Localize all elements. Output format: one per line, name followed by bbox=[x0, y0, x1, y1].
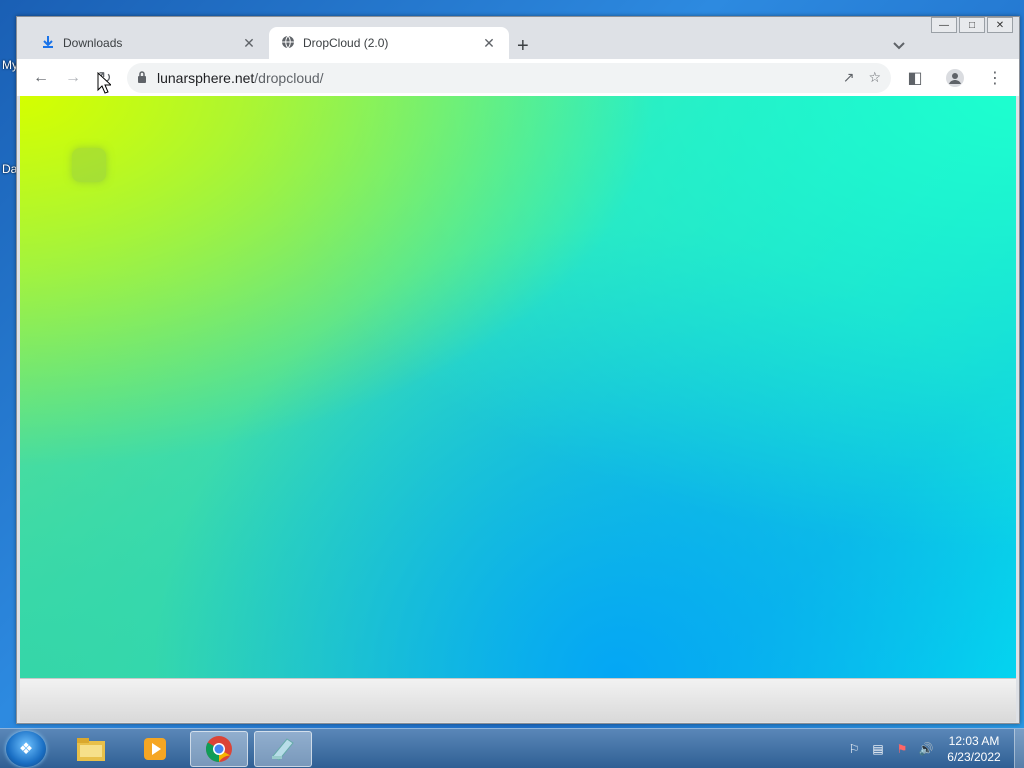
media-player-icon[interactable] bbox=[126, 731, 184, 767]
show-desktop-button[interactable] bbox=[1014, 728, 1024, 768]
share-icon[interactable]: ↗ bbox=[843, 69, 855, 86]
chevron-down-icon[interactable] bbox=[893, 39, 905, 53]
start-orb-icon[interactable]: ❖ bbox=[6, 730, 46, 767]
mouse-cursor-icon bbox=[97, 71, 113, 97]
clock-date: 6/23/2022 bbox=[947, 749, 1001, 764]
url-path: /dropcloud/ bbox=[254, 69, 324, 86]
download-icon bbox=[41, 35, 55, 52]
system-tray: ⚐ ▤ ⚑ 🔊 12:03 AM 6/23/2022 bbox=[846, 733, 1014, 765]
forward-icon[interactable]: → bbox=[57, 64, 89, 92]
clock[interactable]: 12:03 AM 6/23/2022 bbox=[942, 733, 1006, 765]
close-tab-icon[interactable]: ✕ bbox=[481, 35, 497, 52]
file-explorer-icon[interactable] bbox=[62, 731, 120, 767]
menu-icon[interactable]: ⋮ bbox=[979, 64, 1011, 92]
lock-icon bbox=[137, 70, 147, 86]
page-footer-bar bbox=[20, 678, 1016, 722]
chrome-icon[interactable] bbox=[190, 730, 248, 767]
loading-spinner-icon bbox=[72, 148, 106, 182]
volume-icon[interactable]: 🔊 bbox=[918, 741, 934, 757]
browser-toolbar: ← → ↻ lunarsphere.net/dropcloud/ ↗ ☆ ◧ ⋮ bbox=[17, 59, 1019, 96]
tab-title: DropCloud (2.0) bbox=[303, 36, 389, 50]
url-host: lunarsphere.net bbox=[157, 69, 255, 86]
globe-icon bbox=[281, 35, 295, 52]
taskbar: ❖ ⚐ ▤ ⚑ 🔊 12:03 AM 6/23/2022 bbox=[0, 728, 1024, 768]
action-center-icon[interactable]: ⚐ bbox=[846, 741, 862, 757]
back-icon[interactable]: ← bbox=[25, 64, 57, 92]
address-bar[interactable]: lunarsphere.net/dropcloud/ ↗ ☆ bbox=[127, 62, 891, 93]
tab-strip: Downloads ✕ DropCloud (2.0) ✕ + bbox=[17, 25, 1019, 59]
close-tab-icon[interactable]: ✕ bbox=[241, 35, 257, 52]
notepad-icon[interactable] bbox=[254, 730, 312, 767]
clock-time: 12:03 AM bbox=[948, 733, 1000, 748]
tab-downloads[interactable]: Downloads ✕ bbox=[29, 27, 269, 59]
page-content bbox=[20, 96, 1016, 678]
flag-alert-icon[interactable]: ⚑ bbox=[894, 741, 910, 757]
star-icon[interactable]: ☆ bbox=[868, 69, 881, 86]
side-panel-icon[interactable]: ◧ bbox=[899, 64, 931, 92]
new-tab-icon[interactable]: + bbox=[517, 35, 529, 58]
tab-dropcloud[interactable]: DropCloud (2.0) ✕ bbox=[269, 27, 509, 59]
tab-title: Downloads bbox=[63, 36, 123, 50]
network-icon[interactable]: ▤ bbox=[870, 741, 886, 757]
profile-icon[interactable] bbox=[939, 64, 971, 92]
browser-window: — □ ✕ Downloads ✕ DropCloud (2.0) ✕ + ← … bbox=[16, 16, 1020, 724]
